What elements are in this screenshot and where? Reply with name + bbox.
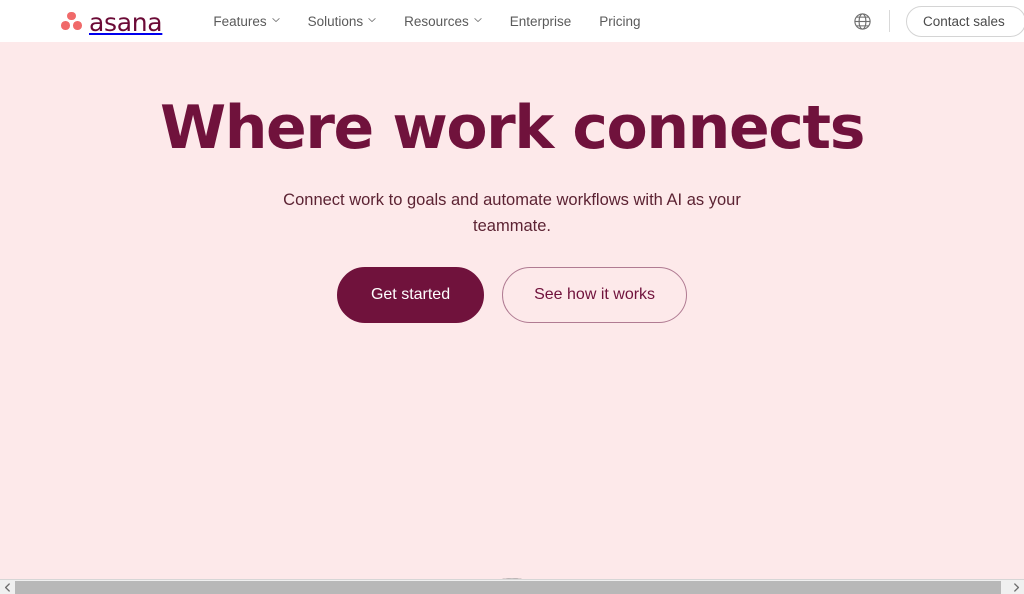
chevron-down-icon — [474, 16, 482, 24]
caret-left-icon[interactable] — [0, 579, 15, 594]
asana-logo[interactable]: asana — [61, 7, 163, 37]
see-how-it-works-button[interactable]: See how it works — [502, 266, 688, 323]
nav-item-enterprise[interactable]: Enterprise — [496, 8, 586, 35]
nav-item-features[interactable]: Features — [199, 8, 293, 35]
asana-wordmark: asana — [89, 7, 163, 37]
language-selector-button[interactable] — [847, 6, 877, 36]
hero-cta-row: Get started See how it works — [0, 266, 1024, 323]
hero-subheadline: Connect work to goals and automate workf… — [283, 190, 741, 235]
nav-item-label: Enterprise — [509, 13, 572, 29]
hero-section: Where work connects Connect work to goal… — [0, 42, 1024, 594]
nav-item-label: Solutions — [307, 13, 364, 29]
chevron-down-icon — [271, 16, 280, 24]
header-divider — [889, 10, 890, 32]
scrollbar-thumb[interactable] — [15, 580, 1001, 594]
see-how-it-works-label: See how it works — [534, 285, 656, 303]
nav-item-resources[interactable]: Resources — [390, 8, 496, 35]
primary-nav: Features Solutions Resources Enterprise — [199, 8, 654, 35]
hero-headline: Where work connects — [159, 93, 865, 163]
horizontal-scrollbar[interactable] — [0, 579, 1024, 594]
get-started-label: Get started — [370, 285, 451, 303]
caret-right-icon[interactable] — [1009, 579, 1024, 594]
header-actions: Contact sales — [847, 0, 1024, 42]
contact-sales-button[interactable]: Contact sales — [906, 5, 1024, 37]
nav-item-label: Resources — [404, 13, 469, 29]
nav-item-label: Features — [213, 13, 267, 29]
scrollbar-track[interactable] — [15, 579, 1009, 594]
contact-sales-label: Contact sales — [923, 13, 1005, 29]
nav-item-pricing[interactable]: Pricing — [585, 8, 654, 35]
globe-icon — [853, 12, 872, 31]
site-header: asana Features Solutions Resources Enter… — [0, 0, 1024, 42]
get-started-button[interactable]: Get started — [336, 266, 485, 323]
asana-three-dots-icon — [61, 11, 82, 31]
nav-item-solutions[interactable]: Solutions — [294, 8, 391, 35]
chevron-down-icon — [368, 16, 376, 24]
nav-item-label: Pricing — [599, 13, 641, 29]
page-root: asana Features Solutions Resources Enter… — [0, 0, 1024, 594]
